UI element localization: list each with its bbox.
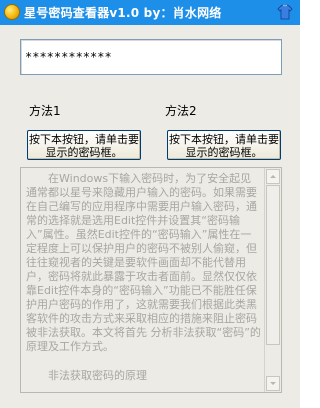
description-paragraph-2: 非法获取密码的原理	[48, 369, 147, 382]
title-bar[interactable]: 星号密码查看器v1.0 by：肖水网络	[0, 0, 300, 25]
vertical-scrollbar[interactable]	[264, 168, 281, 392]
method2-button[interactable]: 按下本按钮，请单击要显示的密码框。	[167, 130, 281, 160]
method2-label: 方法2	[165, 104, 197, 118]
method1-label: 方法1	[29, 104, 61, 118]
password-field[interactable]: ************	[20, 39, 282, 75]
down-arrow-icon	[270, 382, 276, 385]
description-paragraph-1: 在Windows下输入密码时，为了安全起见通常都以星号来隐藏用户输入的密码。如果…	[26, 172, 261, 353]
window-title: 星号密码查看器v1.0 by：肖水网络	[24, 6, 222, 20]
method1-button[interactable]: 按下本按钮，请单击要显示的密码框。	[27, 130, 141, 160]
up-arrow-icon	[270, 175, 276, 178]
main-window: 星号密码查看器v1.0 by：肖水网络 ************ 方法1 方法2…	[0, 0, 300, 408]
password-value: ************	[25, 50, 112, 64]
scroll-down-button[interactable]	[266, 376, 280, 391]
tshirt-icon[interactable]	[276, 3, 294, 21]
coin-icon	[4, 4, 20, 20]
scroll-up-button[interactable]	[266, 169, 280, 184]
description-textbox[interactable]: 在Windows下输入密码时，为了安全起见通常都以星号来隐藏用户输入的密码。如果…	[20, 167, 282, 393]
scroll-thumb[interactable]	[266, 185, 280, 345]
